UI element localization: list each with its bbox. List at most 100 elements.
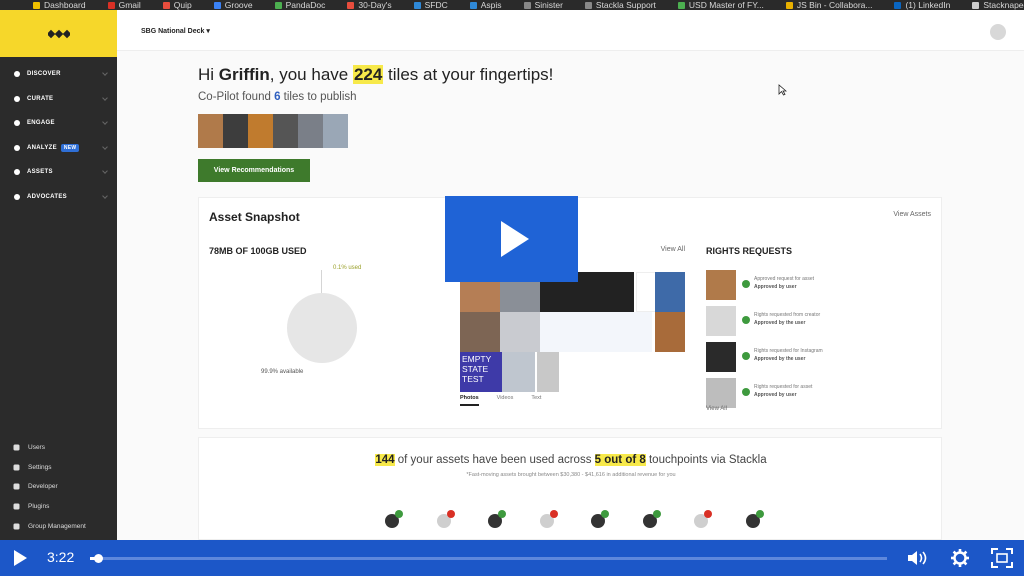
bookmark-item[interactable]: 30-Day's: [336, 0, 402, 10]
thumbnail[interactable]: [223, 114, 248, 148]
rights-request-item[interactable]: Rights requested from creator Approved by…: [706, 306, 854, 338]
asset-tile[interactable]: [537, 352, 559, 392]
main-content: Hi Griffin, you have 224 tiles at your f…: [117, 51, 1024, 540]
progress-track[interactable]: [90, 557, 887, 560]
rights-status: Approved by user: [754, 392, 797, 398]
rights-panel: RIGHTS REQUESTS Approved request for ass…: [696, 238, 942, 426]
check-icon: [742, 352, 750, 360]
asset-tile[interactable]: [655, 272, 685, 312]
fullscreen-icon[interactable]: [991, 548, 1013, 568]
view-recommendations-button[interactable]: View Recommendations: [198, 159, 310, 182]
usage-mid: of your assets have been used across: [394, 454, 595, 466]
developer-icon: [13, 483, 20, 490]
close-icon: [549, 510, 558, 518]
asset-tab[interactable]: Photos: [460, 395, 479, 406]
play-pause-button[interactable]: [14, 550, 27, 566]
assets-view-all-link[interactable]: View All: [661, 246, 685, 253]
bookmark-item[interactable]: Stacknapedia: [961, 0, 1024, 10]
welcome-mid: , you have: [269, 65, 353, 84]
rights-request-item[interactable]: Rights requested for asset Approved by us…: [706, 378, 854, 410]
new-badge: NEW: [60, 143, 80, 152]
sidebar-item-plugins[interactable]: Plugins: [0, 497, 117, 517]
bookmark-item[interactable]: USD Master of FY...: [667, 0, 775, 10]
touchpoint-icon[interactable]: [745, 510, 764, 528]
rights-view-all-link[interactable]: View All: [706, 406, 727, 412]
user-name: Griffin: [218, 65, 270, 84]
empty-state-tile[interactable]: EMPTY STATE TEST: [460, 352, 502, 392]
video-play-button[interactable]: [445, 196, 578, 282]
bookmark-icon: [274, 1, 282, 9]
tile-count: 224: [352, 65, 384, 84]
check-icon: [742, 280, 750, 288]
touchpoint-count: 5 out of 8: [594, 454, 646, 466]
bookmark-item[interactable]: Quip: [152, 0, 203, 10]
progress-handle[interactable]: [93, 554, 103, 563]
users-icon: [13, 444, 20, 451]
bookmark-item[interactable]: Gmail: [97, 0, 152, 10]
storage-title: 78MB OF 100GB USED: [209, 246, 307, 256]
group-icon: [13, 523, 20, 530]
sidebar-item-advocates[interactable]: ADVOCATES: [0, 185, 117, 210]
asset-tile[interactable]: [460, 312, 500, 352]
sidebar-item-analyze[interactable]: ANALYZE NEW: [0, 136, 117, 161]
gear-icon[interactable]: [950, 548, 970, 568]
bookmark-item[interactable]: Sinister: [513, 0, 574, 10]
rights-line: Rights requested for asset: [754, 384, 813, 390]
sidebar-item-developer[interactable]: Developer: [0, 477, 117, 497]
sidebar-item-settings[interactable]: Settings: [0, 458, 117, 478]
touchpoint-icon[interactable]: [642, 510, 661, 528]
asset-tile[interactable]: [600, 312, 652, 352]
asset-tab[interactable]: Videos: [497, 395, 514, 406]
thumbnail[interactable]: [323, 114, 348, 148]
bookmark-item[interactable]: JS Bin - Collabora...: [775, 0, 884, 10]
usage-suffix: touchpoints via Stackla: [645, 454, 767, 466]
bookmark-icon: [213, 1, 221, 9]
view-assets-link[interactable]: View Assets: [893, 211, 931, 218]
sidebar-item-users[interactable]: Users: [0, 438, 117, 458]
check-icon: [755, 510, 764, 518]
bookmark-item[interactable]: Aspis: [459, 0, 513, 10]
thumbnail[interactable]: [248, 114, 273, 148]
bookmark-item[interactable]: PandaDoc: [264, 0, 337, 10]
touchpoint-icon[interactable]: [539, 510, 558, 528]
asset-tile[interactable]: [502, 352, 535, 392]
welcome-prefix: Hi: [198, 65, 219, 84]
sidebar-item-assets[interactable]: ASSETS: [0, 160, 117, 185]
touchpoint-icon[interactable]: [591, 510, 609, 528]
sidebar-item-curate[interactable]: CURATE: [0, 87, 117, 112]
chevron-down-icon: [102, 119, 108, 125]
bookmark-icon: [785, 1, 793, 9]
touchpoint-icon[interactable]: [488, 510, 506, 528]
stackla-logo[interactable]: [0, 10, 117, 57]
bookmark-item[interactable]: Stackla Support: [574, 0, 667, 10]
check-icon: [742, 388, 750, 396]
bookmark-item[interactable]: (1) LinkedIn: [883, 0, 961, 10]
touchpoint-icon[interactable]: [385, 510, 403, 528]
volume-icon[interactable]: [907, 550, 929, 566]
asset-tabs: Photos Videos Text: [460, 395, 541, 406]
asset-tile[interactable]: [540, 312, 600, 352]
rights-request-item[interactable]: Approved request for asset Approved by us…: [706, 270, 854, 302]
avatar[interactable]: [990, 24, 1006, 40]
bookmark-item[interactable]: Dashboard: [22, 0, 97, 10]
sidebar-item-engage[interactable]: ENGAGE: [0, 111, 117, 136]
sidebar-item-discover[interactable]: DISCOVER: [0, 62, 117, 87]
thumbnail[interactable]: [198, 114, 223, 148]
rights-line: Rights requested from creator: [754, 312, 821, 318]
touchpoint-icon[interactable]: [436, 510, 455, 528]
thumbnail[interactable]: [273, 114, 298, 148]
bookmark-item[interactable]: SFDC: [403, 0, 459, 10]
deck-selector[interactable]: SBG National Deck ▾: [141, 27, 210, 35]
asset-tile[interactable]: [655, 312, 685, 352]
bookmark-item[interactable]: Groove: [203, 0, 264, 10]
rights-request-item[interactable]: Rights requested for Instagram Approved b…: [706, 342, 854, 374]
rights-request-text: Rights requested for Instagram Approved b…: [754, 347, 854, 363]
mouse-cursor-icon: [778, 84, 787, 96]
asset-tile[interactable]: [500, 312, 540, 352]
thumbnail[interactable]: [298, 114, 323, 148]
touchpoint-icon[interactable]: [694, 510, 712, 528]
sidebar-item-label: ASSETS: [27, 169, 53, 176]
sidebar-item-group-management[interactable]: Group Management: [0, 516, 117, 536]
bookmark-label: PandaDoc: [285, 0, 326, 10]
asset-tab[interactable]: Text: [531, 395, 541, 406]
